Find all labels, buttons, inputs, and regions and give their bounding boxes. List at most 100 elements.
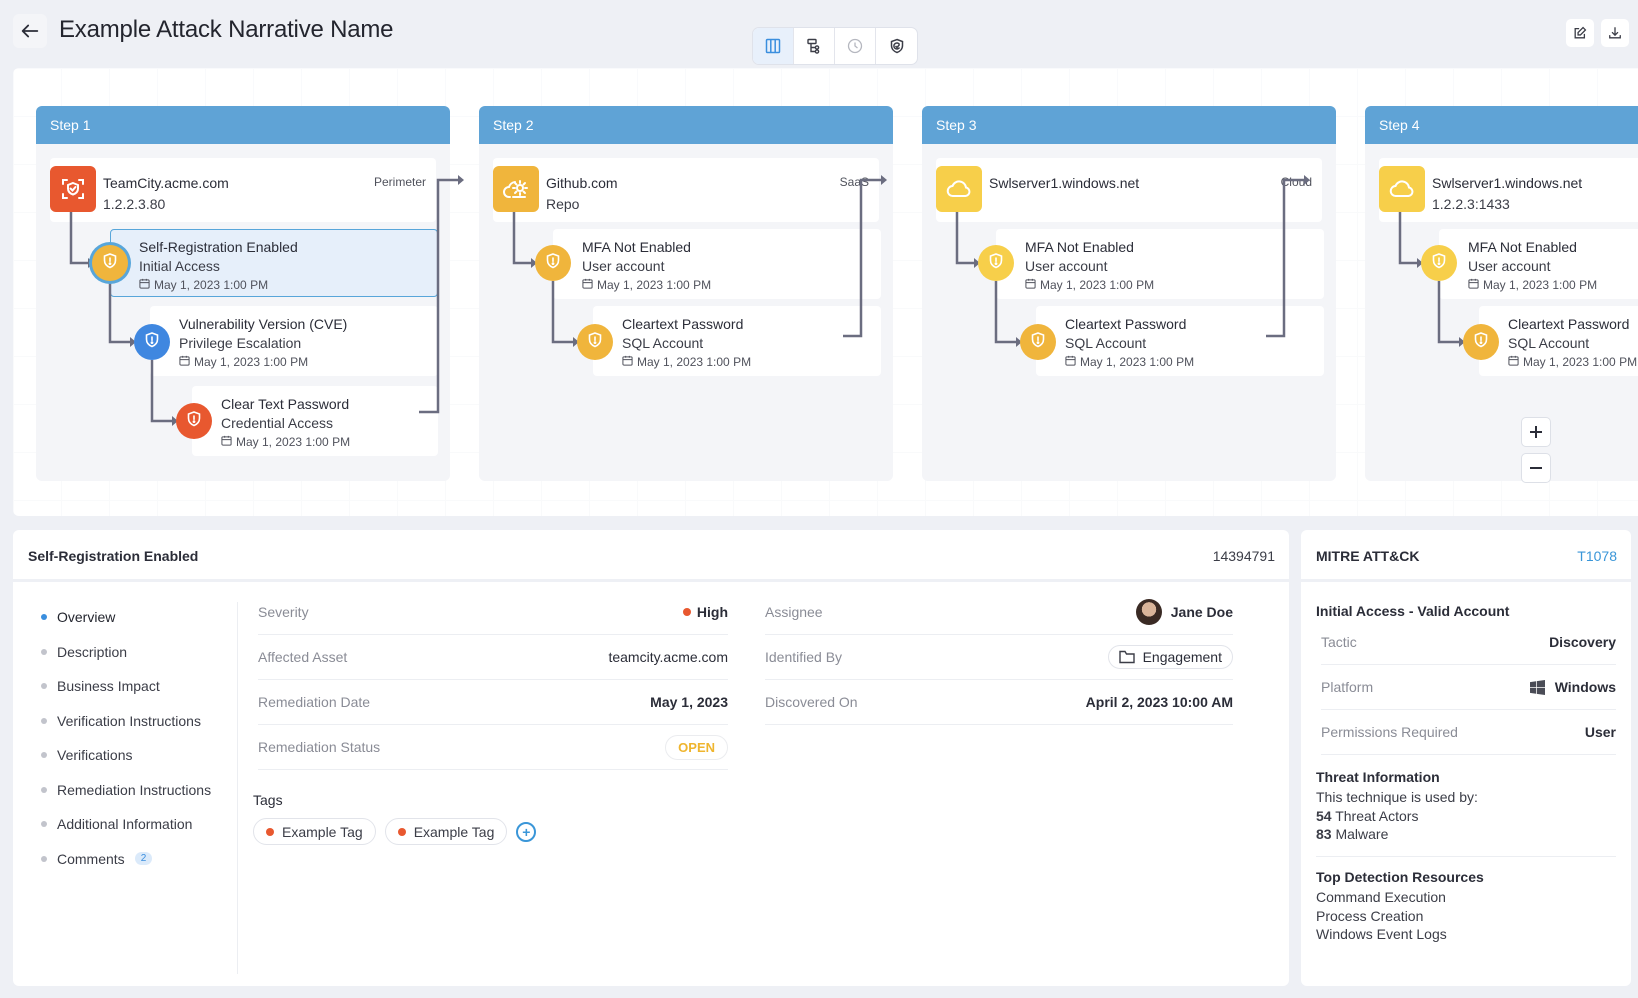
finding-card[interactable]: MFA Not Enabled User account May 1, 2023… <box>553 229 881 299</box>
zoom-in-button[interactable] <box>1521 417 1551 447</box>
nav-item-business-impact[interactable]: Business Impact <box>27 669 227 704</box>
finding-card[interactable]: Cleartext Password SQL Account May 1, 20… <box>1036 306 1324 376</box>
plus-icon: + <box>522 823 531 840</box>
finding-title: Self-Registration Enabled <box>139 239 298 255</box>
finding-date-text: May 1, 2023 1:00 PM <box>597 278 712 292</box>
mitre-view-button[interactable] <box>876 28 917 64</box>
nav-item-verification-instructions[interactable]: Verification Instructions <box>27 704 227 739</box>
back-button[interactable] <box>13 14 47 48</box>
tag-label: Example Tag <box>282 823 363 840</box>
asset-name: Swlserver1.windows.net <box>989 175 1140 191</box>
malware-label: Malware <box>1335 826 1389 842</box>
finding-severity-badge <box>535 245 571 281</box>
attack-path-canvas[interactable]: Step 1 TeamCity.acme.com 1.2.2.3.80 Peri… <box>13 68 1638 516</box>
zoom-out-button[interactable] <box>1521 453 1551 483</box>
asset-icon-box <box>493 166 539 212</box>
finding-date-text: May 1, 2023 1:00 PM <box>1483 278 1598 292</box>
malware-line: 83 Malware <box>1316 825 1478 844</box>
tag-chip[interactable]: Example Tag <box>253 818 376 845</box>
finding-tactic: SQL Account <box>1508 335 1590 351</box>
engagement-label: Engagement <box>1142 649 1222 665</box>
nav-item-comments[interactable]: Comments 2 <box>27 842 227 877</box>
technique-id-link[interactable]: T1078 <box>1577 548 1617 564</box>
field-remediation-status: Remediation Status OPEN <box>258 725 728 770</box>
nav-item-remediation-instructions[interactable]: Remediation Instructions <box>27 773 227 808</box>
cloud-icon <box>1389 180 1414 197</box>
finding-card[interactable]: MFA Not Enabled User account May 1, 2023… <box>1439 229 1638 299</box>
shield-alert-icon <box>1472 331 1490 354</box>
finding-card[interactable]: Cleartext Password SQL Account May 1, 20… <box>1479 306 1638 376</box>
severity-value: High <box>696 604 728 620</box>
cloud-gear-icon <box>503 180 528 198</box>
assignee-name: Jane Doe <box>1170 604 1233 620</box>
finding-card[interactable]: Cleartext Password SQL Account May 1, 20… <box>593 306 881 376</box>
field-identified-by: Identified By Engagement <box>765 635 1233 680</box>
columns-view-button[interactable] <box>753 28 794 64</box>
nav-item-verifications[interactable]: Verifications <box>27 738 227 773</box>
finding-card[interactable]: Clear Text Password Credential Access Ma… <box>192 386 438 456</box>
download-button[interactable] <box>1601 19 1629 47</box>
tag-label: Example Tag <box>413 823 495 840</box>
finding-card[interactable]: Vulnerability Version (CVE) Privilege Es… <box>150 306 438 376</box>
finding-date: May 1, 2023 1:00 PM <box>1508 355 1637 369</box>
nav-bullet <box>41 717 47 724</box>
finding-severity-badge <box>1421 245 1457 281</box>
calendar-icon <box>1025 278 1036 292</box>
finding-date-text: May 1, 2023 1:00 PM <box>1040 278 1155 292</box>
finding-tactic: User account <box>1468 258 1551 274</box>
mitre-title: MITRE ATT&CK <box>1316 548 1420 564</box>
timeline-view-button[interactable] <box>835 28 876 64</box>
malware-count: 83 <box>1316 826 1332 842</box>
finding-card[interactable]: Self-Registration Enabled Initial Access… <box>110 229 438 297</box>
field-discovered-on: Discovered On April 2, 2023 10:00 AM <box>765 680 1233 725</box>
nav-item-additional-information[interactable]: Additional Information <box>27 807 227 842</box>
affected-asset-link[interactable]: teamcity.acme.com <box>608 649 728 665</box>
nav-label: Verifications <box>57 747 133 764</box>
finding-tactic: SQL Account <box>1065 335 1147 351</box>
finding-date: May 1, 2023 1:00 PM <box>179 355 308 369</box>
finding-severity-badge <box>134 324 170 360</box>
cloud-icon <box>946 180 971 197</box>
engagement-pill[interactable]: Engagement <box>1107 645 1233 669</box>
finding-severity-badge <box>176 403 212 439</box>
finding-date: May 1, 2023 1:00 PM <box>1065 355 1194 369</box>
finding-title: MFA Not Enabled <box>1468 239 1577 255</box>
clock-icon <box>847 38 863 54</box>
finding-date-text: May 1, 2023 1:00 PM <box>236 435 351 449</box>
status-badge[interactable]: OPEN <box>665 734 728 760</box>
tag-dot <box>266 827 274 836</box>
threat-actors-label: Threat Actors <box>1335 807 1419 824</box>
tag-chip[interactable]: Example Tag <box>384 818 508 845</box>
asset-address: 1.2.2.3.80 <box>103 196 166 212</box>
finding-date: May 1, 2023 1:00 PM <box>139 278 268 292</box>
finding-tactic: Privilege Escalation <box>179 335 302 351</box>
nav-bullet <box>41 614 47 621</box>
finding-date-text: May 1, 2023 1:00 PM <box>1080 355 1195 369</box>
asset-icon-box <box>936 166 982 212</box>
finding-date: May 1, 2023 1:00 PM <box>1025 278 1154 292</box>
shield-alert-icon <box>1029 331 1047 354</box>
threat-info-title: Threat Information <box>1316 769 1440 785</box>
windows-icon <box>1529 679 1545 695</box>
severity-dot <box>682 608 691 616</box>
tree-view-button[interactable] <box>794 28 835 64</box>
assignee-value[interactable]: Jane Doe <box>1135 599 1233 625</box>
finding-date: May 1, 2023 1:00 PM <box>1468 278 1597 292</box>
nav-bullet <box>41 786 47 793</box>
field-assignee: Assignee Jane Doe <box>765 590 1233 635</box>
nav-item-overview[interactable]: Overview <box>27 600 227 635</box>
edit-button[interactable] <box>1566 19 1594 47</box>
nav-bullet <box>41 648 47 655</box>
nav-label: Comments <box>57 850 125 867</box>
finding-date: May 1, 2023 1:00 PM <box>221 435 350 449</box>
threat-actors-count: 54 <box>1316 807 1332 824</box>
field-label: Remediation Date <box>258 694 371 710</box>
finding-date-text: May 1, 2023 1:00 PM <box>194 355 309 369</box>
comments-count-badge: 2 <box>134 852 153 866</box>
finding-card[interactable]: MFA Not Enabled User account May 1, 2023… <box>996 229 1324 299</box>
add-tag-button[interactable]: + <box>516 821 537 842</box>
tags-list: Example Tag Example Tag + <box>253 818 537 845</box>
nav-item-description[interactable]: Description <box>27 635 227 670</box>
calendar-icon <box>221 435 232 449</box>
finding-date-text: May 1, 2023 1:00 PM <box>1523 355 1638 369</box>
